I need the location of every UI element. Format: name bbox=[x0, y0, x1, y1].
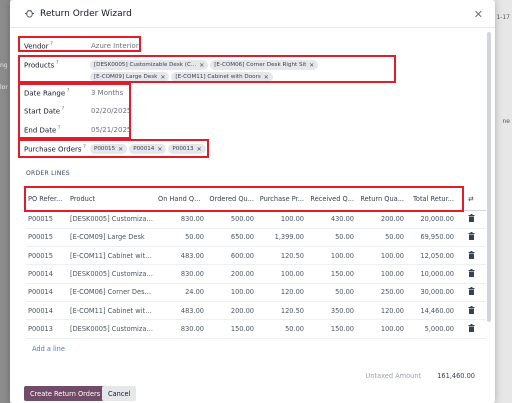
bug-icon bbox=[24, 9, 34, 19]
table-cell[interactable]: P00014 bbox=[26, 283, 68, 302]
vendor-highlight bbox=[18, 36, 141, 52]
table-row[interactable]: P00015 [E-COM11] Cabinet with ... 483.00 60… bbox=[26, 246, 486, 266]
table-cell[interactable]: P00014 bbox=[26, 301, 68, 321]
table-cell[interactable]: 120.50 bbox=[256, 301, 306, 321]
table-cell[interactable]: 12,050.00 bbox=[406, 246, 456, 266]
trash-icon[interactable] bbox=[456, 228, 486, 248]
table-cell[interactable]: 500.00 bbox=[206, 210, 256, 229]
table-cell[interactable]: 430.00 bbox=[306, 210, 356, 229]
table-cell[interactable]: 100.00 bbox=[206, 283, 256, 302]
table-cell[interactable]: 600.00 bbox=[206, 246, 256, 266]
table-cell[interactable]: 1,399.00 bbox=[256, 228, 306, 248]
table-row[interactable]: P00015 [DESK0005] Customizabl... 830.00 500… bbox=[26, 210, 486, 229]
table-cell[interactable]: 14,460.00 bbox=[406, 301, 456, 321]
dialog-footer: Create Return Orders Cancel bbox=[10, 383, 495, 403]
dialog-title: Return Order Wizard bbox=[40, 8, 132, 19]
table-row[interactable]: P00014 [E-COM06] Corner Desk R... 24.00 100… bbox=[26, 283, 486, 302]
table-cell[interactable]: 483.00 bbox=[156, 246, 206, 266]
table-cell[interactable]: 50.00 bbox=[306, 228, 356, 248]
order-lines-section-title: ORDER LINES bbox=[26, 170, 70, 177]
table-cell[interactable]: 483.00 bbox=[156, 301, 206, 321]
create-return-orders-button[interactable]: Create Return Orders bbox=[24, 386, 107, 401]
products-highlight bbox=[18, 55, 396, 83]
table-cell[interactable]: 150.00 bbox=[306, 264, 356, 284]
table-cell[interactable]: 100.00 bbox=[256, 264, 306, 284]
background-pager: 1-17 bbox=[496, 14, 510, 21]
table-cell[interactable]: 200.00 bbox=[206, 301, 256, 321]
table-cell[interactable]: 50.00 bbox=[156, 228, 206, 248]
dates-highlight bbox=[18, 83, 131, 139]
background-text: lor bbox=[0, 84, 8, 91]
return-order-wizard-dialog: Return Order Wizard ✕ Vendor ? Azure Int… bbox=[10, 0, 495, 403]
dialog-header: Return Order Wizard ✕ bbox=[10, 0, 495, 28]
table-cell[interactable]: P00015 bbox=[26, 210, 68, 229]
cancel-button[interactable]: Cancel bbox=[102, 386, 137, 401]
background-sidebar: ng lor bbox=[0, 0, 10, 403]
table-cell[interactable]: 50.00 bbox=[306, 283, 356, 302]
close-icon[interactable]: ✕ bbox=[474, 8, 483, 21]
table-cell[interactable]: 830.00 bbox=[156, 264, 206, 284]
trash-icon[interactable] bbox=[456, 301, 486, 321]
table-cell[interactable]: 100.00 bbox=[256, 210, 306, 229]
table-cell[interactable]: 120.50 bbox=[256, 246, 306, 266]
table-cell[interactable]: P00015 bbox=[26, 228, 68, 248]
table-cell[interactable]: [DESK0005] Customizabl... bbox=[68, 264, 156, 284]
table-cell[interactable]: 100.00 bbox=[356, 264, 406, 284]
trash-icon[interactable] bbox=[456, 210, 486, 229]
table-cell[interactable]: P00013 bbox=[26, 319, 68, 339]
table-cell[interactable]: 30,000.00 bbox=[406, 283, 456, 302]
table-cell[interactable]: 250.00 bbox=[356, 283, 406, 302]
table-cell[interactable]: [E-COM11] Cabinet with ... bbox=[68, 246, 156, 266]
table-cell[interactable]: 100.00 bbox=[356, 319, 406, 339]
table-cell[interactable]: 50.00 bbox=[356, 228, 406, 248]
table-cell[interactable]: 150.00 bbox=[306, 319, 356, 339]
trash-icon[interactable] bbox=[456, 319, 486, 339]
untaxed-amount-value: 161,460.00 bbox=[437, 372, 475, 380]
table-cell[interactable]: [E-COM09] Large Desk bbox=[68, 228, 156, 248]
table-cell[interactable]: 120.00 bbox=[356, 301, 406, 321]
background-text: ne bbox=[502, 118, 511, 125]
table-cell[interactable]: 650.00 bbox=[206, 228, 256, 248]
trash-icon[interactable] bbox=[456, 264, 486, 284]
table-row[interactable]: P00014 [E-COM11] Cabinet with ... 483.00 20… bbox=[26, 301, 486, 321]
table-row[interactable]: P00015 [E-COM09] Large Desk 50.00 650.00 1,3… bbox=[26, 228, 486, 248]
scrollbar[interactable] bbox=[487, 32, 491, 322]
table-cell[interactable]: 100.00 bbox=[306, 246, 356, 266]
table-cell[interactable]: [E-COM06] Corner Desk R... bbox=[68, 283, 156, 302]
table-cell[interactable]: 10,000.00 bbox=[406, 264, 456, 284]
table-cell[interactable]: [E-COM11] Cabinet with ... bbox=[68, 301, 156, 321]
trash-icon[interactable] bbox=[456, 246, 486, 266]
table-header-highlight bbox=[24, 186, 464, 212]
table-cell[interactable]: 24.00 bbox=[156, 283, 206, 302]
table-cell[interactable]: [DESK0005] Customizabl... bbox=[68, 210, 156, 229]
table-cell[interactable]: 150.00 bbox=[206, 319, 256, 339]
trash-icon[interactable] bbox=[456, 283, 486, 302]
table-cell[interactable]: [DESK0005] Customizabl... bbox=[68, 319, 156, 339]
table-cell[interactable]: 100.00 bbox=[356, 246, 406, 266]
table-cell[interactable]: 200.00 bbox=[356, 210, 406, 229]
table-cell[interactable]: 69,950.00 bbox=[406, 228, 456, 248]
table-cell[interactable]: 20,000.00 bbox=[406, 210, 456, 229]
table-row[interactable]: P00013 [DESK0005] Customizabl... 830.00 150… bbox=[26, 319, 486, 339]
table-cell[interactable]: 350.00 bbox=[306, 301, 356, 321]
table-cell[interactable]: 200.00 bbox=[206, 264, 256, 284]
table-cell[interactable]: 5,000.00 bbox=[406, 319, 456, 339]
add-line-link[interactable]: Add a line bbox=[32, 345, 65, 353]
table-cell[interactable]: 830.00 bbox=[156, 210, 206, 229]
table-cell[interactable]: P00015 bbox=[26, 246, 68, 266]
untaxed-amount: Untaxed Amount 161,460.00 bbox=[366, 372, 475, 380]
purchase-orders-highlight bbox=[18, 139, 209, 158]
table-cell[interactable]: P00014 bbox=[26, 264, 68, 284]
table-cell[interactable]: 50.00 bbox=[256, 319, 306, 339]
untaxed-amount-label: Untaxed Amount bbox=[365, 372, 422, 380]
background-text: ng bbox=[0, 62, 8, 69]
table-cell[interactable]: 830.00 bbox=[156, 319, 206, 339]
table-cell[interactable]: 120.00 bbox=[256, 283, 306, 302]
table-row[interactable]: P00014 [DESK0005] Customizabl... 830.00 200… bbox=[26, 264, 486, 284]
